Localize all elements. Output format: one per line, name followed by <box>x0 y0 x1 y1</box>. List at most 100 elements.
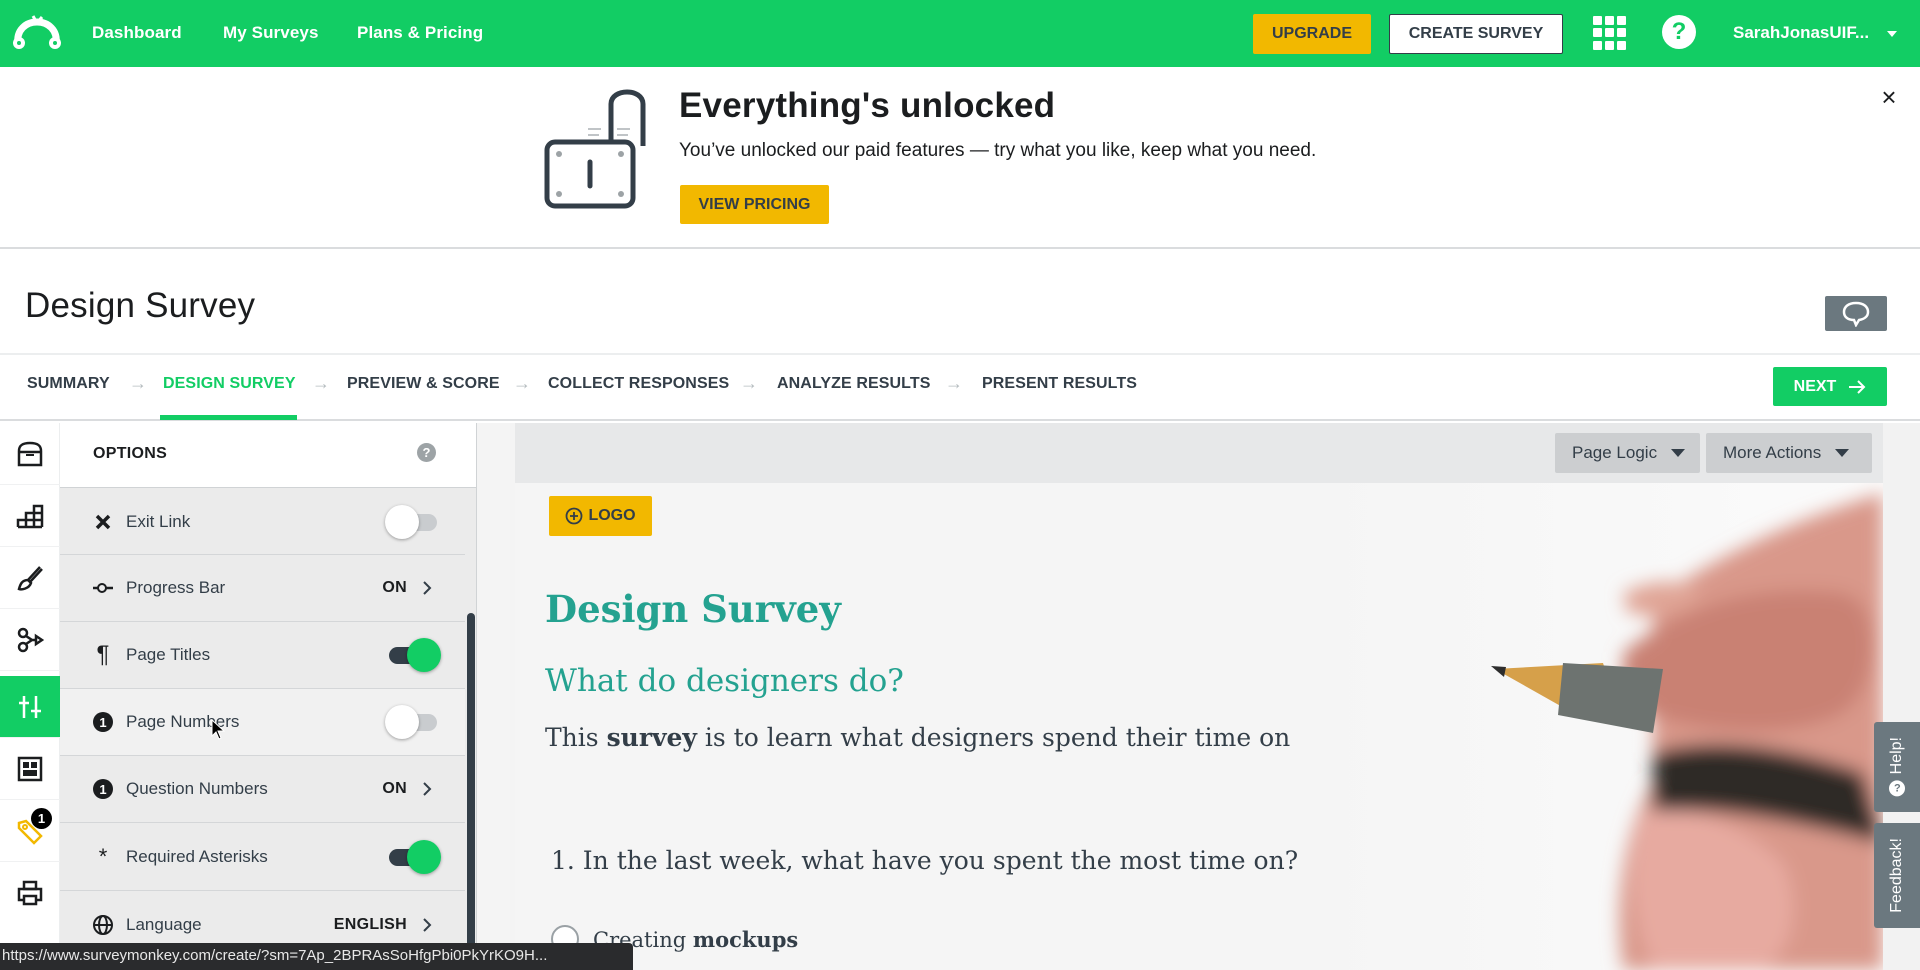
tab-design-survey[interactable]: DESIGN SURVEY <box>163 375 296 393</box>
option-value: ON <box>382 579 407 596</box>
rail-print[interactable] <box>0 862 60 924</box>
mouse-cursor-icon <box>211 719 225 740</box>
option-label: Language <box>126 914 202 934</box>
logic-branch-icon <box>17 627 44 652</box>
globe-icon <box>92 914 114 936</box>
option-label: Question Numbers <box>126 779 268 798</box>
help-icon[interactable]: ? <box>1662 15 1696 49</box>
rail-options[interactable] <box>0 676 60 738</box>
arrow-right-icon <box>1849 379 1866 394</box>
option-progress-bar[interactable]: Progress Bar ON <box>60 555 465 622</box>
option-label: Progress Bar <box>126 578 226 597</box>
option-question-numbers[interactable]: 1 Question Numbers ON <box>60 756 465 823</box>
options-panel-header: OPTIONS ? <box>60 423 476 488</box>
help-icon: ? <box>1889 780 1905 797</box>
option-page-titles[interactable]: ¶ Page Titles <box>60 622 465 689</box>
tab-present-results[interactable]: PRESENT RESULTS <box>982 375 1137 393</box>
tab-analyze-results[interactable]: ANALYZE RESULTS <box>777 375 931 393</box>
rail-style[interactable] <box>0 547 60 609</box>
user-menu[interactable]: SarahJonasUIF... <box>1733 23 1869 43</box>
option-required-asterisks[interactable]: * Required Asterisks <box>60 823 465 891</box>
upgrade-button[interactable]: UPGRADE <box>1253 14 1371 54</box>
survey-page-title[interactable]: What do designers do? <box>545 663 904 699</box>
builder-icon <box>16 504 44 528</box>
paintbrush-icon <box>17 565 43 591</box>
nav-my-surveys[interactable]: My Surveys <box>223 23 319 43</box>
next-button[interactable]: NEXT <box>1773 367 1887 406</box>
asterisk-icon: * <box>98 843 108 869</box>
chevron-right-icon[interactable] <box>417 578 437 598</box>
options-panel: OPTIONS ? Exit Link Progress Bar ON ¶ Pa… <box>60 423 477 970</box>
survey-page: LOGO Design Survey What do designers do?… <box>515 483 1883 970</box>
arrow-right-icon: → <box>129 373 147 393</box>
arrow-right-icon: → <box>513 373 531 393</box>
option-value: ENGLISH <box>333 915 407 933</box>
help-icon[interactable]: ? <box>417 443 436 462</box>
canvas-toolbar: Page Logic More Actions <box>515 423 1883 483</box>
tab-collect-responses[interactable]: COLLECT RESPONSES <box>548 375 729 393</box>
chevron-down-icon[interactable] <box>1887 31 1897 37</box>
hand-with-pencil-image <box>1323 483 1883 970</box>
number-icon: 1 <box>92 711 114 733</box>
tab-preview-score[interactable]: PREVIEW & SCORE <box>347 375 500 393</box>
print-icon <box>17 880 43 906</box>
caret-down-icon <box>1835 449 1850 457</box>
arrow-right-icon: → <box>312 373 330 393</box>
logo-label: LOGO <box>588 507 636 524</box>
question-title[interactable]: 1. In the last week, what have you spent… <box>551 846 1298 875</box>
rail-logic[interactable] <box>0 609 60 671</box>
rail-builder[interactable] <box>0 485 60 547</box>
option-label: Exit Link <box>126 512 191 531</box>
workflow-tabs: SUMMARY → DESIGN SURVEY → PREVIEW & SCOR… <box>0 355 1920 421</box>
page-titles-toggle[interactable] <box>385 638 441 672</box>
speech-bubble-icon <box>1842 301 1870 327</box>
rail-tags[interactable]: 1 <box>0 800 60 862</box>
view-pricing-button[interactable]: VIEW PRICING <box>680 185 829 224</box>
required-asterisks-toggle[interactable] <box>385 839 441 874</box>
chevron-right-icon[interactable] <box>417 915 437 935</box>
nav-plans-pricing[interactable]: Plans & Pricing <box>357 23 483 43</box>
help-side-tab[interactable]: ? Help! <box>1874 722 1920 812</box>
create-survey-button[interactable]: CREATE SURVEY <box>1389 14 1563 54</box>
caret-down-icon <box>1671 449 1686 457</box>
survey-description[interactable]: This survey is to learn what designers s… <box>545 723 1290 752</box>
survey-title[interactable]: Design Survey <box>545 587 841 631</box>
number-icon: 1 <box>92 778 114 800</box>
x-icon <box>92 511 114 533</box>
question-bank-icon <box>17 441 43 466</box>
page-numbers-toggle[interactable] <box>385 705 441 739</box>
option-page-numbers[interactable]: 1 Page Numbers <box>60 689 465 756</box>
exit-link-toggle[interactable] <box>385 505 441 539</box>
unlocked-padlock-icon <box>544 89 646 209</box>
page-logic-dropdown[interactable]: Page Logic <box>1555 433 1700 473</box>
feedback-side-tab[interactable]: Feedback! <box>1874 823 1920 928</box>
layout-icon <box>17 756 43 781</box>
surveymonkey-logo-icon[interactable] <box>12 14 62 50</box>
option-label: Required Asterisks <box>126 846 268 866</box>
rail-layout[interactable] <box>0 738 60 800</box>
link-status-bar: https://www.surveymonkey.com/create/?sm=… <box>0 943 633 970</box>
more-actions-dropdown[interactable]: More Actions <box>1706 433 1872 473</box>
arrow-right-icon: → <box>740 373 758 393</box>
survey-canvas: Page Logic More Actions LOGO Design Surv… <box>477 423 1920 970</box>
close-icon[interactable]: × <box>1878 84 1900 110</box>
pilcrow-icon: ¶ <box>96 641 110 668</box>
more-actions-label: More Actions <box>1723 443 1822 462</box>
help-tab-label: Help! <box>1888 737 1905 775</box>
banner-subtitle: You’ve unlocked our paid features — try … <box>679 140 1317 161</box>
nav-dashboard[interactable]: Dashboard <box>92 23 182 43</box>
option-label: Page Titles <box>126 645 211 664</box>
rail-question-bank[interactable] <box>0 423 60 485</box>
page-logic-label: Page Logic <box>1572 443 1658 462</box>
feedback-tab-label: Feedback! <box>1888 838 1905 913</box>
apps-grid-icon[interactable] <box>1593 16 1627 50</box>
options-sliders-icon <box>19 695 41 718</box>
comments-button[interactable] <box>1825 296 1887 331</box>
top-nav: Dashboard My Surveys Plans & Pricing UPG… <box>0 0 1920 67</box>
tab-summary[interactable]: SUMMARY <box>27 375 110 393</box>
add-logo-button[interactable]: LOGO <box>549 496 652 536</box>
arrow-right-icon: → <box>945 373 963 393</box>
chevron-right-icon[interactable] <box>417 779 437 799</box>
page-title: Design Survey <box>25 286 256 325</box>
options-scrollbar[interactable] <box>467 613 475 970</box>
